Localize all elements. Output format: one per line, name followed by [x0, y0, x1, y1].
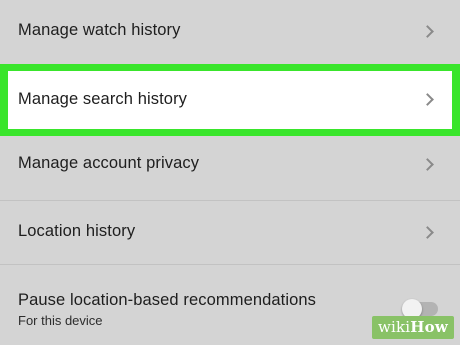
chevron-right-icon — [421, 158, 434, 171]
divider — [0, 64, 460, 65]
manage-account-privacy-label: Manage account privacy — [18, 154, 200, 172]
watermark-suffix: How — [410, 318, 448, 336]
watermark-prefix: wiki — [377, 318, 411, 336]
settings-screen: Manage watch history Manage search histo… — [0, 0, 460, 345]
location-history-label: Location history — [18, 222, 136, 240]
chevron-right-icon — [421, 226, 434, 239]
manage-search-history-label: Manage search history — [18, 90, 188, 108]
chevron-right-icon — [421, 93, 434, 106]
pause-location-toggle[interactable] — [402, 299, 438, 319]
pause-location-sublabel: For this device — [18, 313, 103, 328]
chevron-right-icon — [421, 25, 434, 38]
manage-watch-history-label: Manage watch history — [18, 21, 181, 39]
wikihow-watermark: wikiHow — [371, 316, 454, 339]
pause-location-label: Pause location-based recommendations — [18, 291, 317, 309]
location-history-row[interactable]: Location history — [0, 200, 460, 264]
manage-search-history-row[interactable]: Manage search history — [0, 68, 460, 132]
manage-watch-history-row[interactable]: Manage watch history — [0, 0, 460, 64]
manage-account-privacy-row[interactable]: Manage account privacy — [0, 136, 460, 200]
